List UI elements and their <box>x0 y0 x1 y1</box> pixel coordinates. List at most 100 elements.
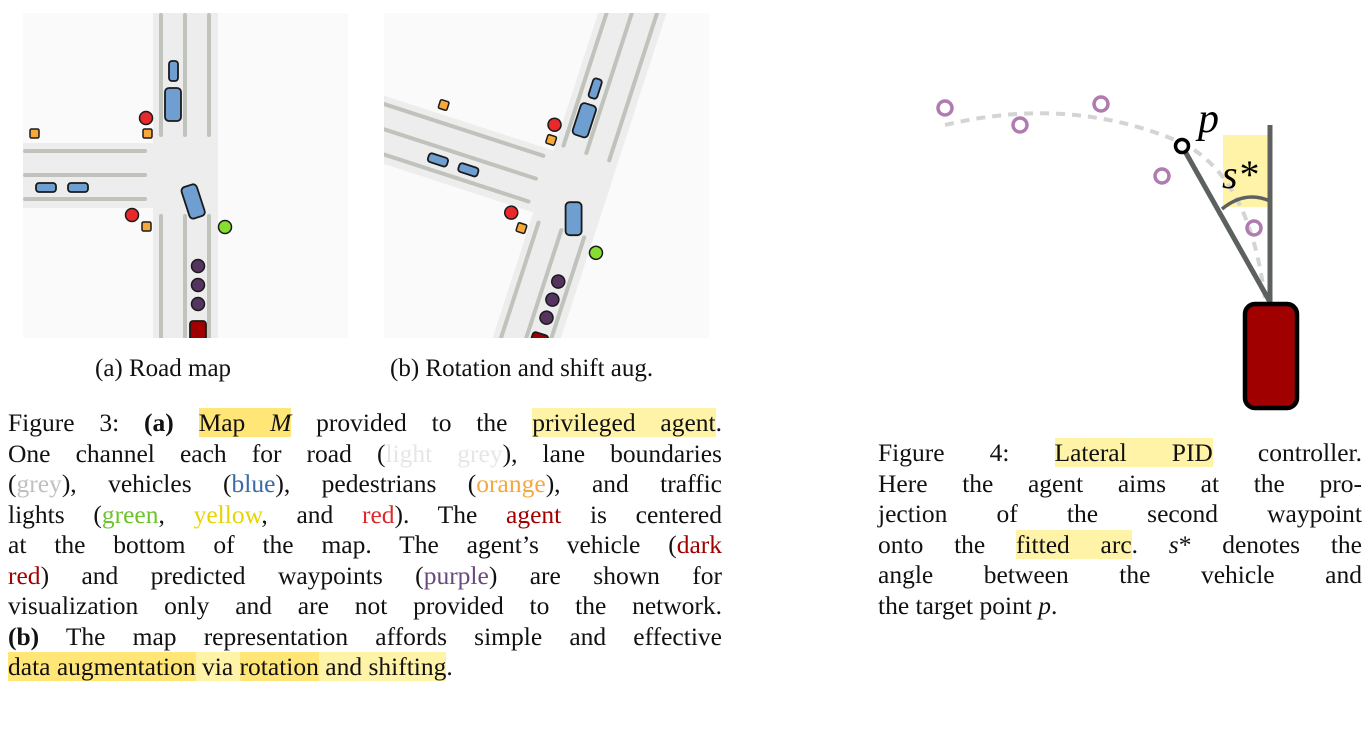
waypoint <box>1011 116 1029 134</box>
waypoint <box>190 258 206 274</box>
caption-text: ) are shown for <box>488 560 722 590</box>
caption-line: data augmentation via rotation and shift… <box>8 652 722 683</box>
caption-text: ). The <box>394 499 506 529</box>
subcaption-b: (b) Rotation and shift aug. <box>390 355 654 382</box>
pedestrian <box>515 222 528 235</box>
agent-vehicle <box>1242 301 1300 411</box>
caption-line: One channel each for road (light grey), … <box>8 439 722 470</box>
highlighted-text: fitted arc <box>1015 529 1132 559</box>
caption-line: (grey), vehicles (blue), pedestrians (or… <box>8 469 722 500</box>
caption-line: the target point p. <box>878 591 1362 622</box>
caption-text: (a) <box>144 408 174 437</box>
caption-text: the target point <box>878 590 1039 620</box>
colored-term: orange <box>476 469 546 498</box>
vehicle <box>67 182 89 193</box>
caption-text: controller. <box>1212 438 1363 467</box>
caption-text: p <box>1038 590 1052 620</box>
target-point <box>1173 137 1191 155</box>
caption-line: visualization only and are not provided … <box>8 591 722 622</box>
colored-term: light grey <box>385 438 503 468</box>
highlighted-text: M <box>270 408 292 437</box>
colored-term: red <box>361 499 395 529</box>
road-map-a <box>23 13 348 338</box>
pedestrian <box>29 128 40 139</box>
colored-term: purple <box>423 560 489 590</box>
caption-text: ), pedestrians ( <box>275 469 477 498</box>
waypoint <box>1092 95 1110 113</box>
target-point-label: p <box>1195 96 1219 142</box>
colored-term: blue <box>231 469 276 498</box>
caption-line: red) and predicted waypoints (purple) ar… <box>8 561 722 592</box>
caption-text: provided to the <box>291 408 533 437</box>
figure-4-caption: Figure 4: Lateral PID controller. Here th… <box>878 438 1362 621</box>
caption-line: jection of the second waypoint <box>878 499 1362 530</box>
caption-text: The map representation affords simple an… <box>39 621 722 651</box>
caption-text <box>174 408 199 437</box>
highlighted-text: Map <box>198 408 271 437</box>
caption-text: , <box>158 499 194 529</box>
caption-text: jection of the second waypoint <box>878 499 1362 528</box>
colored-term: agent <box>506 499 562 529</box>
caption-line: Figure 3: (a) Map M provided to the priv… <box>8 408 722 439</box>
caption-text: denotes the <box>1191 529 1362 559</box>
highlighted-text: Lateral PID <box>1054 438 1213 467</box>
pedestrian <box>142 128 153 139</box>
caption-text: lights ( <box>8 499 102 529</box>
agent-vehicle <box>189 320 207 338</box>
caption-text: . <box>1131 529 1169 559</box>
angle-label: s* <box>1222 152 1258 197</box>
colored-term: green <box>101 499 159 529</box>
waypoint <box>936 99 954 117</box>
caption-text: onto the <box>878 529 1016 559</box>
traffic-light-red <box>124 207 140 223</box>
highlighted-text: and shifting <box>318 652 447 681</box>
caption-text: ) and predicted waypoints ( <box>40 560 424 590</box>
highlighted-text: via <box>195 652 240 681</box>
vehicle <box>564 201 583 237</box>
caption-text: , and <box>261 499 362 529</box>
caption-text: visualization only and are not provided … <box>8 591 722 620</box>
highlighted-text: data augmentation <box>8 652 196 681</box>
waypoints <box>190 258 206 312</box>
waypoint <box>1153 167 1171 185</box>
traffic-light-green <box>217 219 233 235</box>
pedestrian <box>437 98 450 112</box>
caption-text: * <box>1178 529 1192 559</box>
lateral-pid-diagram: p s* <box>936 95 1300 411</box>
caption-text: s <box>1168 529 1179 559</box>
vehicle <box>35 182 57 193</box>
pedestrian <box>141 221 152 232</box>
subcaption-a: (a) Road map <box>95 355 232 382</box>
caption-text: Here the agent aims at the pro- <box>878 468 1362 498</box>
caption-line: lights (green, yellow, and red). The age… <box>8 500 722 531</box>
colored-term: yellow <box>193 499 262 529</box>
caption-text: One channel each for road ( <box>8 438 386 468</box>
caption-text: ( <box>8 469 17 498</box>
caption-line: angle between the vehicle and <box>878 560 1362 591</box>
caption-text: angle between the vehicle and <box>878 560 1362 589</box>
caption-text: Figure 3: <box>8 408 145 437</box>
caption-text: at the bottom of the map. The agent’s ve… <box>8 530 677 559</box>
highlighted-text: rotation <box>239 652 319 681</box>
caption-text: (b) <box>8 621 40 651</box>
vehicle <box>164 87 182 122</box>
traffic-light-red <box>138 110 154 126</box>
colored-term: grey <box>16 469 62 498</box>
caption-text: . <box>715 408 722 437</box>
caption-line: (b) The map representation affords simpl… <box>8 622 722 653</box>
caption-text: ), vehicles ( <box>61 469 232 498</box>
caption-line: at the bottom of the map. The agent’s ve… <box>8 530 722 561</box>
waypoint <box>190 296 206 312</box>
caption-text: ), and traffic <box>545 469 722 498</box>
pedestrian <box>545 133 558 146</box>
colored-term: red <box>8 560 41 590</box>
colored-term: dark <box>676 530 722 559</box>
caption-text: is centered <box>561 499 723 529</box>
caption-text: . <box>446 652 453 681</box>
road-map-b <box>384 13 709 338</box>
waypoint <box>190 277 206 293</box>
highlighted-text: privileged agent <box>532 408 716 437</box>
figure-3-caption: Figure 3: (a) Map M provided to the priv… <box>8 408 722 683</box>
vehicle <box>168 60 179 82</box>
caption-text: Figure 4: <box>878 438 1055 467</box>
